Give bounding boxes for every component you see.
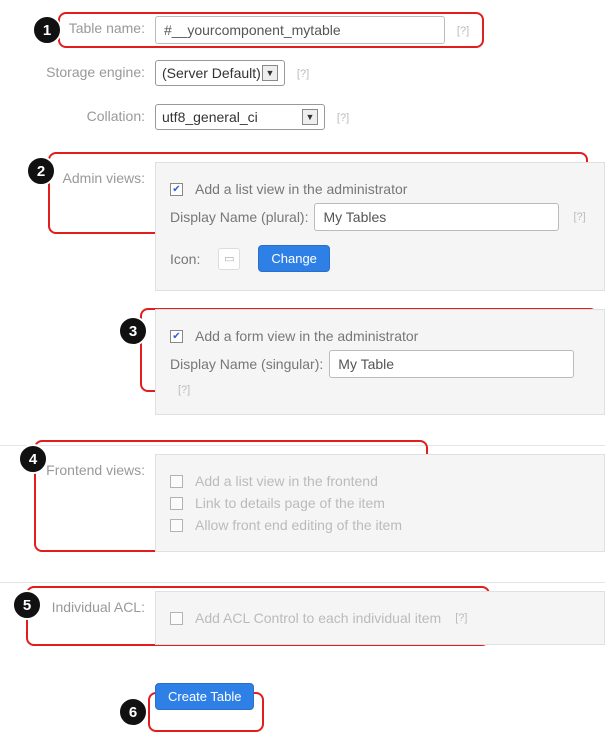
collation-value: utf8_general_ci [162,109,258,125]
individual-acl-panel: Add ACL Control to each individual item … [155,591,605,645]
chevron-down-icon: ▼ [302,109,318,125]
create-table-button[interactable]: Create Table [155,683,254,710]
add-acl-checkbox[interactable] [170,612,183,625]
admin-form-view-label: Add a form view in the administrator [195,328,418,344]
individual-acl-label: Individual ACL: [0,591,155,615]
admin-form-panel: ✔ Add a form view in the administrator D… [155,309,605,415]
help-icon[interactable]: [?] [457,25,469,37]
icon-label: Icon: [170,251,200,267]
storage-engine-select[interactable]: (Server Default) ▼ [155,60,285,86]
allow-edit-label: Allow front end editing of the item [195,517,402,533]
link-details-label: Link to details page of the item [195,495,385,511]
allow-edit-checkbox[interactable] [170,519,183,532]
admin-form-view-checkbox[interactable]: ✔ [170,330,183,343]
chevron-down-icon: ▼ [262,65,278,81]
display-plural-label: Display Name (plural): [170,209,308,225]
help-icon[interactable]: [?] [178,384,190,396]
help-icon[interactable]: [?] [573,211,585,223]
image-icon: ▭ [218,248,240,270]
help-icon[interactable]: [?] [337,112,349,124]
add-acl-label: Add ACL Control to each individual item [195,610,441,626]
display-singular-label: Display Name (singular): [170,356,323,372]
frontend-list-view-checkbox[interactable] [170,475,183,488]
collation-label: Collation: [0,100,155,124]
admin-list-view-checkbox[interactable]: ✔ [170,183,183,196]
display-plural-input[interactable] [314,203,559,231]
frontend-list-view-label: Add a list view in the frontend [195,473,378,489]
link-details-checkbox[interactable] [170,497,183,510]
frontend-views-panel: Add a list view in the frontend Link to … [155,454,605,552]
table-name-label: Table name: [0,12,155,36]
table-name-input[interactable] [155,16,445,44]
frontend-views-label: Frontend views: [0,454,155,478]
storage-engine-value: (Server Default) [162,65,261,81]
collation-select[interactable]: utf8_general_ci ▼ [155,104,325,130]
display-singular-input[interactable] [329,350,574,378]
change-icon-button[interactable]: Change [258,245,330,272]
help-icon[interactable]: [?] [297,68,309,80]
admin-views-panel: ✔ Add a list view in the administrator D… [155,162,605,291]
storage-engine-label: Storage engine: [0,56,155,80]
admin-views-label: Admin views: [0,162,155,186]
help-icon[interactable]: [?] [455,612,467,624]
admin-list-view-label: Add a list view in the administrator [195,181,407,197]
